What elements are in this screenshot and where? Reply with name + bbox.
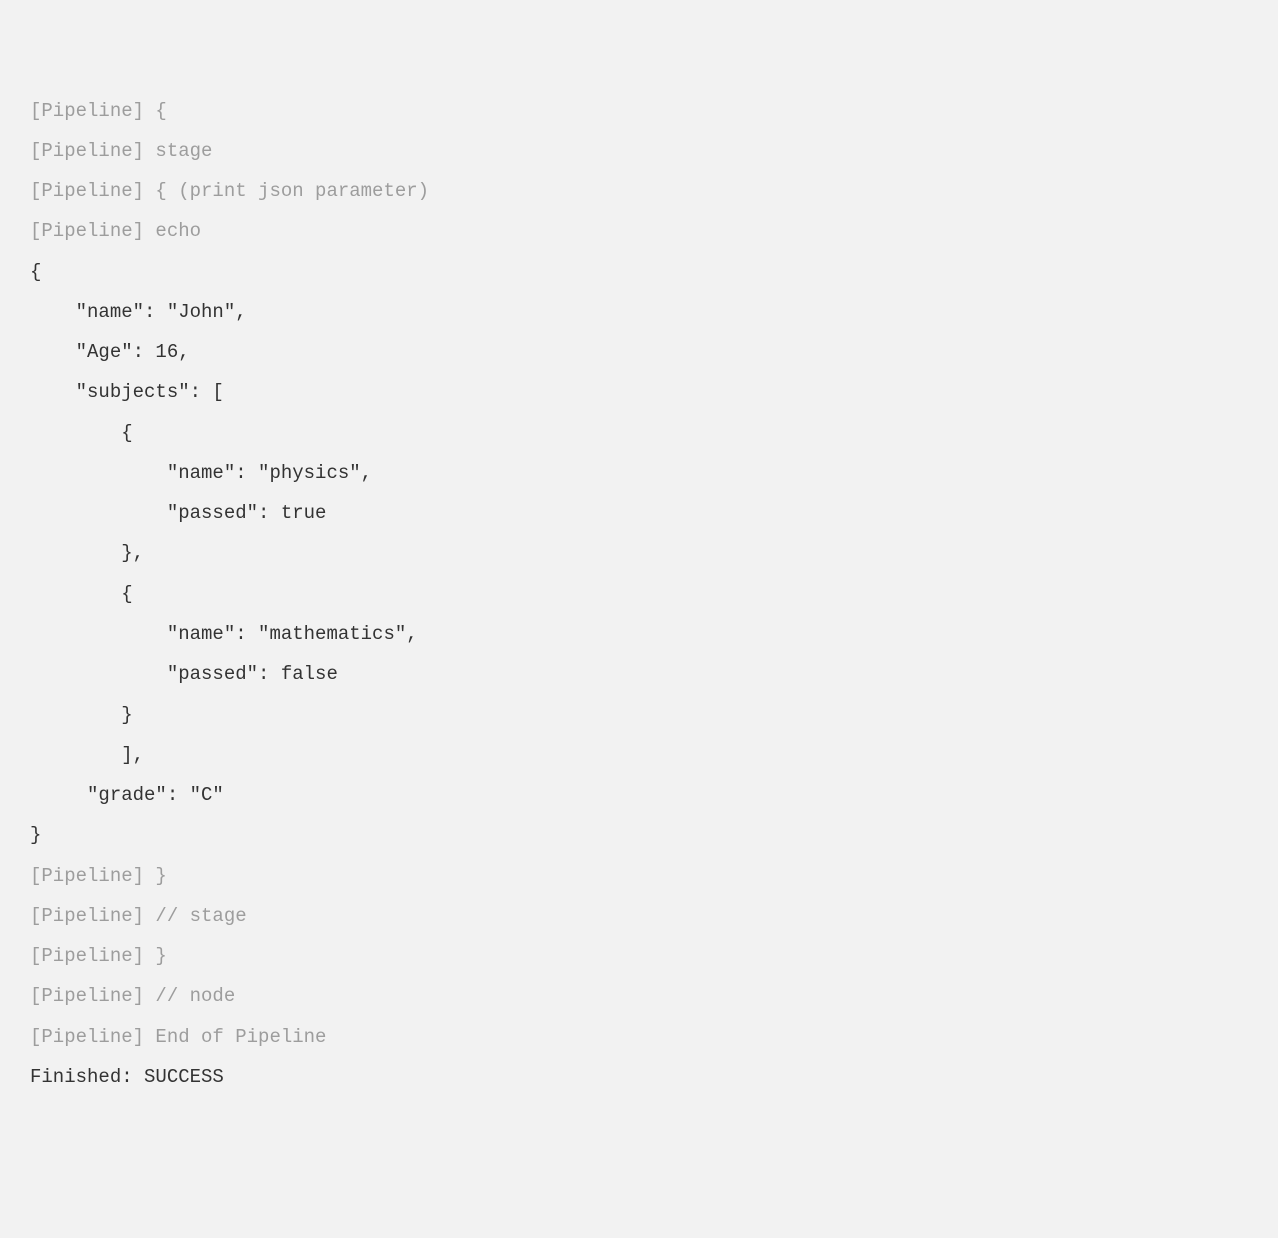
console-line: "name": "mathematics",: [30, 623, 418, 645]
console-line: }: [30, 824, 41, 846]
console-line: "subjects": [: [30, 381, 224, 403]
console-line: },: [30, 542, 144, 564]
console-line: Finished: SUCCESS: [30, 1066, 224, 1088]
console-line: "passed": false: [30, 663, 338, 685]
console-line: {: [30, 422, 133, 444]
console-line: "passed": true: [30, 502, 326, 524]
console-line: ],: [30, 744, 144, 766]
console-line: [Pipeline] // node: [30, 985, 235, 1007]
console-line: [Pipeline] End of Pipeline: [30, 1026, 326, 1048]
console-line: [Pipeline] { (print json parameter): [30, 180, 429, 202]
console-line: [Pipeline] {: [30, 100, 167, 122]
console-line: "name": "physics",: [30, 462, 372, 484]
console-line: "Age": 16,: [30, 341, 190, 363]
console-line: [Pipeline] stage: [30, 140, 212, 162]
console-output: [Pipeline] { [Pipeline] stage [Pipeline]…: [30, 91, 1278, 1098]
console-line: {: [30, 583, 133, 605]
console-line: }: [30, 704, 133, 726]
console-line: [Pipeline] }: [30, 945, 167, 967]
console-line: [Pipeline] }: [30, 865, 167, 887]
console-line: [Pipeline] echo: [30, 220, 201, 242]
console-line: [Pipeline] // stage: [30, 905, 247, 927]
console-line: "grade": "C": [30, 784, 224, 806]
console-line: {: [30, 261, 41, 283]
console-line: "name": "John",: [30, 301, 247, 323]
